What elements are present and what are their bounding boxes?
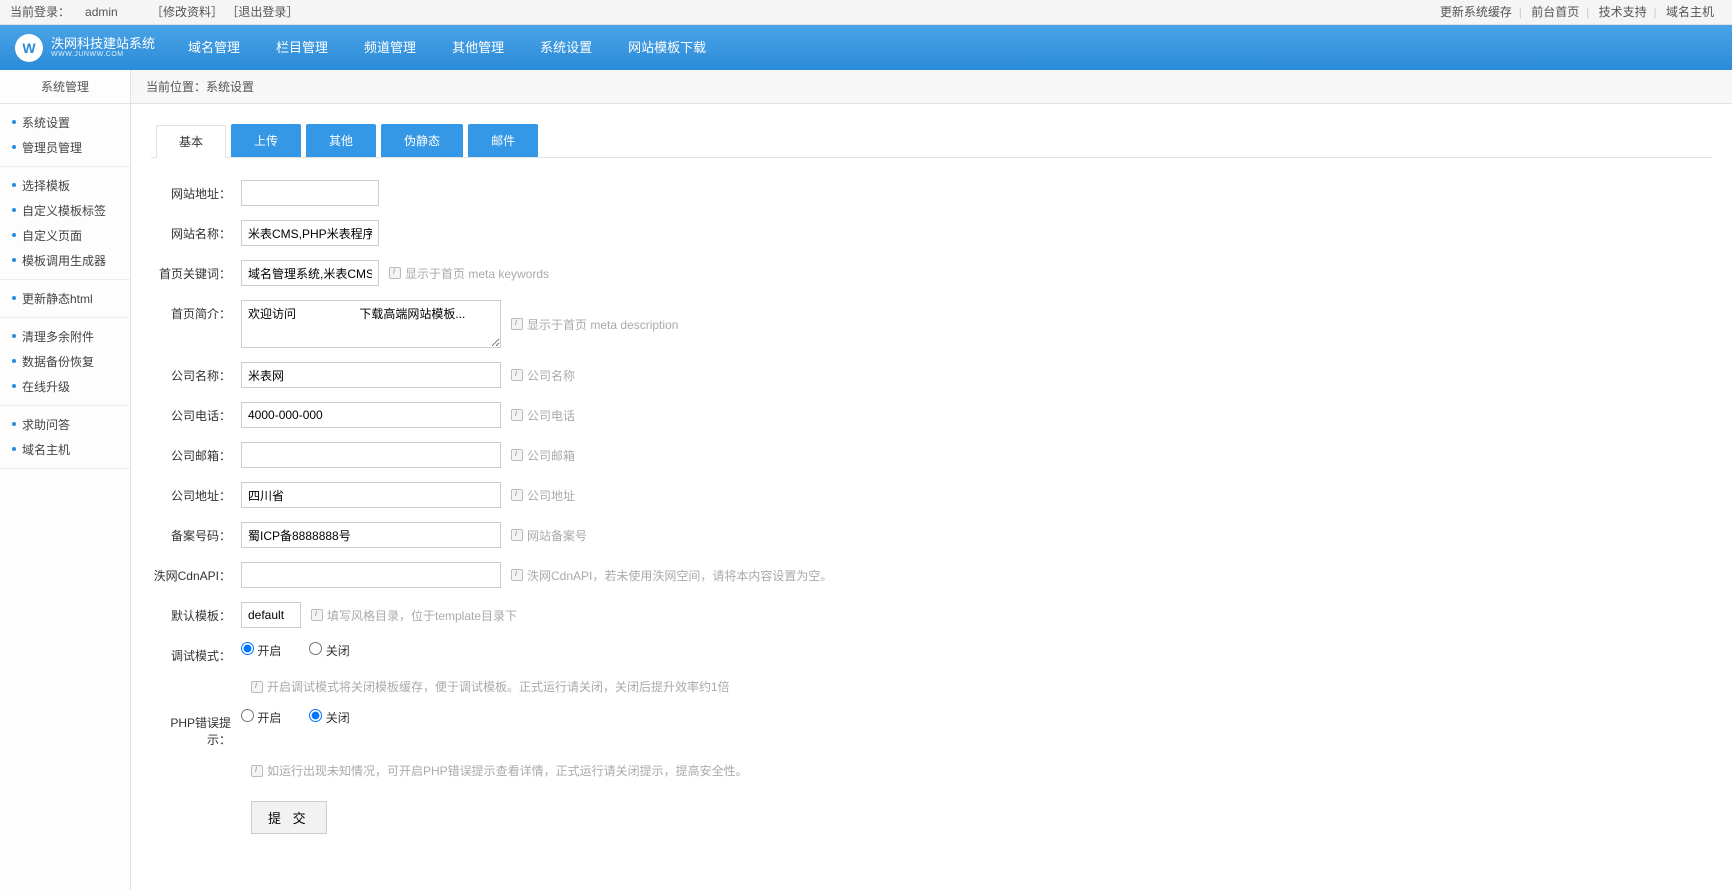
info-icon xyxy=(511,369,523,381)
note-phperr: 如运行出现未知情况，可开启PHP错误提示查看详情，正式运行请关闭提示，提高安全性… xyxy=(251,762,1712,779)
topbar-left: 当前登录：admin ［修改资料］ ［退出登录］ xyxy=(10,0,298,24)
submit-button[interactable]: 提 交 xyxy=(251,801,327,834)
tab-other[interactable]: 其他 xyxy=(306,124,376,157)
sidebar-item-update-html[interactable]: 更新静态html xyxy=(0,286,130,311)
info-icon xyxy=(389,267,401,279)
label-site-url: 网站地址： xyxy=(151,180,241,202)
nav-other[interactable]: 其他管理 xyxy=(434,25,522,70)
tab-rewrite[interactable]: 伪静态 xyxy=(381,124,463,157)
label-cdn: 泆网CdnAPI： xyxy=(151,562,241,584)
sidebar-item-upgrade[interactable]: 在线升级 xyxy=(0,374,130,399)
input-site-name[interactable] xyxy=(241,220,379,246)
main-content: 当前位置：系统设置 基本 上传 其他 伪静态 邮件 网站地址： 网站名称： xyxy=(131,70,1732,890)
label-tel: 公司电话： xyxy=(151,402,241,424)
label-php-error: PHP错误提示： xyxy=(151,709,241,748)
info-icon xyxy=(511,489,523,501)
sidebar-item-host[interactable]: 域名主机 xyxy=(0,437,130,462)
topbar-link-cache[interactable]: 更新系统缓存 xyxy=(1440,5,1512,19)
info-icon xyxy=(251,681,263,693)
radio-debug-off[interactable]: 关闭 xyxy=(309,642,349,659)
sidebar-item-tpl-generator[interactable]: 模板调用生成器 xyxy=(0,248,130,273)
input-tel[interactable] xyxy=(241,402,501,428)
logo-text: 泆网科技建站系统 WWW.JUNWW.COM xyxy=(51,37,155,59)
hint-cdn: 泆网CdnAPI，若未使用泆网空间，请将本内容设置为空。 xyxy=(511,567,832,584)
hint-tel: 公司电话 xyxy=(511,407,575,424)
tab-mail[interactable]: 邮件 xyxy=(468,124,538,157)
topbar-right: 更新系统缓存 前台首页 技术支持 域名主机 xyxy=(1432,0,1722,24)
sidebar-item-system-settings[interactable]: 系统设置 xyxy=(0,110,130,135)
login-info: 当前登录：admin xyxy=(10,5,133,19)
hint-address: 公司地址 xyxy=(511,487,575,504)
sidebar-item-faq[interactable]: 求助问答 xyxy=(0,412,130,437)
label-keywords: 首页关键词： xyxy=(151,260,241,282)
hint-template: 填写风格目录，位于template目录下 xyxy=(311,607,517,624)
info-icon xyxy=(511,569,523,581)
hint-company: 公司名称 xyxy=(511,367,575,384)
hint-desc: 显示于首页 meta description xyxy=(511,316,678,333)
note-debug: 开启调试模式将关闭模板缓存，便于调试模板。正式运行请关闭，关闭后提升效率约1倍 xyxy=(251,678,1712,695)
input-site-url[interactable] xyxy=(241,180,379,206)
input-keywords[interactable] xyxy=(241,260,379,286)
hint-icp: 网站备案号 xyxy=(511,527,587,544)
radio-phperr-on[interactable]: 开启 xyxy=(241,709,281,726)
label-debug: 调试模式： xyxy=(151,642,241,664)
input-email[interactable] xyxy=(241,442,501,468)
label-template: 默认模板： xyxy=(151,602,241,624)
main-nav: 域名管理 栏目管理 频道管理 其他管理 系统设置 网站模板下载 xyxy=(170,25,724,70)
topbar-link-host[interactable]: 域名主机 xyxy=(1666,5,1714,19)
topbar-link-support[interactable]: 技术支持 xyxy=(1599,5,1647,19)
info-icon xyxy=(511,409,523,421)
tabs: 基本 上传 其他 伪静态 邮件 xyxy=(151,124,1712,158)
info-icon xyxy=(311,609,323,621)
tab-basic[interactable]: 基本 xyxy=(156,125,226,158)
label-desc: 首页简介： xyxy=(151,300,241,322)
label-email: 公司邮箱： xyxy=(151,442,241,464)
radio-debug-on[interactable]: 开启 xyxy=(241,642,281,659)
nav-column[interactable]: 栏目管理 xyxy=(258,25,346,70)
input-cdn[interactable] xyxy=(241,562,501,588)
input-address[interactable] xyxy=(241,482,501,508)
radio-phperr-off[interactable]: 关闭 xyxy=(309,709,349,726)
label-icp: 备案号码： xyxy=(151,522,241,544)
main-header: W 泆网科技建站系统 WWW.JUNWW.COM 域名管理 栏目管理 频道管理 … xyxy=(0,25,1732,70)
topbar-link-front[interactable]: 前台首页 xyxy=(1531,5,1579,19)
logo: W 泆网科技建站系统 WWW.JUNWW.COM xyxy=(0,34,170,62)
nav-channel[interactable]: 频道管理 xyxy=(346,25,434,70)
input-icp[interactable] xyxy=(241,522,501,548)
logo-icon: W xyxy=(15,34,43,62)
label-site-name: 网站名称： xyxy=(151,220,241,242)
info-icon xyxy=(511,449,523,461)
sidebar: 系统管理 系统设置 管理员管理 选择模板 自定义模板标签 自定义页面 模板调用生… xyxy=(0,70,131,890)
sidebar-item-clean-attach[interactable]: 清理多余附件 xyxy=(0,324,130,349)
input-template[interactable] xyxy=(241,602,301,628)
sidebar-item-admin[interactable]: 管理员管理 xyxy=(0,135,130,160)
sidebar-item-custom-tags[interactable]: 自定义模板标签 xyxy=(0,198,130,223)
sidebar-item-custom-page[interactable]: 自定义页面 xyxy=(0,223,130,248)
logout-link[interactable]: ［退出登录］ xyxy=(226,5,298,19)
settings-form: 网站地址： 网站名称： 首页关键词： 显示于首页 meta keywords 首… xyxy=(151,173,1712,834)
textarea-desc[interactable] xyxy=(241,300,501,348)
label-company: 公司名称： xyxy=(151,362,241,384)
tab-upload[interactable]: 上传 xyxy=(231,124,301,157)
nav-template-dl[interactable]: 网站模板下载 xyxy=(610,25,724,70)
breadcrumb: 当前位置：系统设置 xyxy=(131,70,1732,104)
sidebar-title: 系统管理 xyxy=(0,70,130,104)
input-company[interactable] xyxy=(241,362,501,388)
sidebar-item-select-template[interactable]: 选择模板 xyxy=(0,173,130,198)
sidebar-item-backup[interactable]: 数据备份恢复 xyxy=(0,349,130,374)
info-icon xyxy=(511,318,523,330)
hint-keywords: 显示于首页 meta keywords xyxy=(389,265,549,282)
nav-system[interactable]: 系统设置 xyxy=(522,25,610,70)
top-bar: 当前登录：admin ［修改资料］ ［退出登录］ 更新系统缓存 前台首页 技术支… xyxy=(0,0,1732,25)
nav-domain[interactable]: 域名管理 xyxy=(170,25,258,70)
label-address: 公司地址： xyxy=(151,482,241,504)
edit-profile-link[interactable]: ［修改资料］ xyxy=(151,5,223,19)
hint-email: 公司邮箱 xyxy=(511,447,575,464)
info-icon xyxy=(251,765,263,777)
info-icon xyxy=(511,529,523,541)
